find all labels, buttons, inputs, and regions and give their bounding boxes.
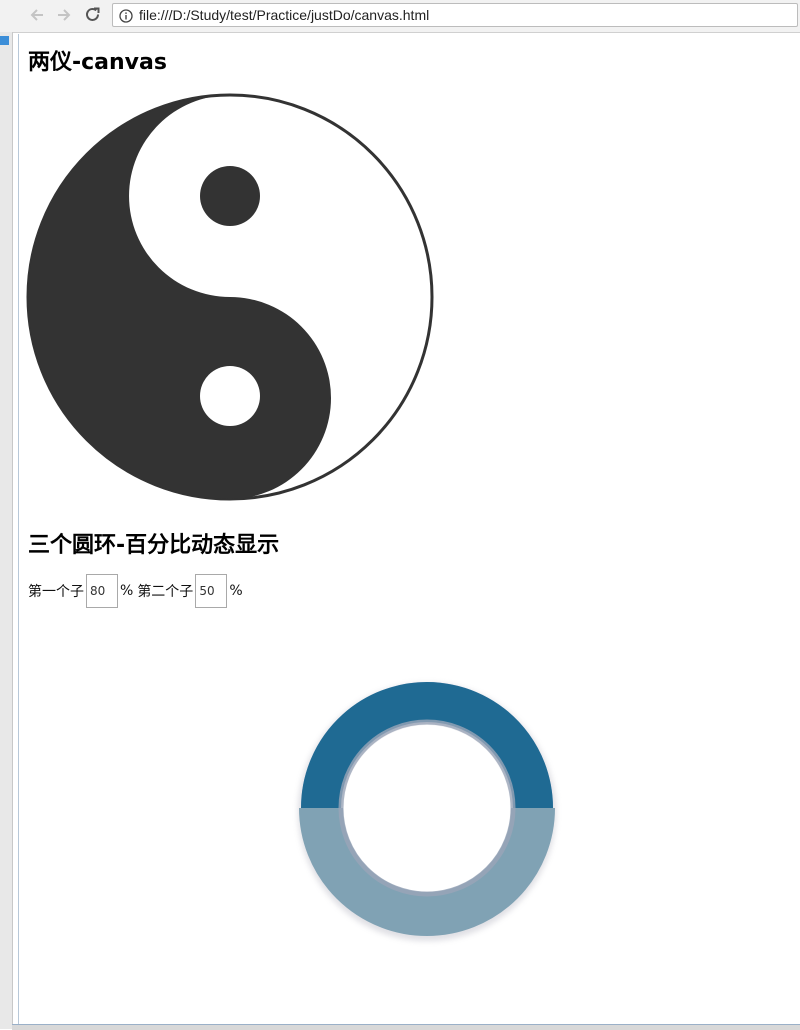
rings-canvas — [298, 682, 556, 941]
section-subtitle: 三个圆环-百分比动态显示 — [28, 533, 280, 558]
page-title: 两仪-canvas — [28, 50, 167, 75]
taiji-dark-eye — [200, 166, 260, 226]
second-percent-sign: % — [229, 583, 243, 599]
browser-toolbar: file:///D:/Study/test/Practice/justDo/ca… — [0, 0, 800, 33]
taiji-light-eye — [200, 366, 260, 426]
percent-controls: 第一个子 % 第二个子 % — [28, 573, 243, 609]
left-window-edge — [0, 32, 13, 1029]
back-arrow-icon[interactable] — [26, 4, 48, 26]
address-url[interactable]: file:///D:/Study/test/Practice/justDo/ca… — [139, 7, 429, 23]
address-bar[interactable]: file:///D:/Study/test/Practice/justDo/ca… — [112, 3, 798, 27]
taiji-canvas — [26, 93, 434, 501]
window-edge-marker — [0, 36, 9, 45]
second-percent-input[interactable] — [195, 574, 228, 608]
first-child-label: 第一个子 — [28, 584, 84, 600]
reload-icon[interactable] — [82, 4, 104, 26]
bottom-window-edge — [12, 1024, 800, 1030]
ring-center — [344, 725, 510, 891]
first-percent-input[interactable] — [86, 574, 118, 608]
second-child-label: 第二个子 — [137, 584, 194, 600]
forward-arrow-icon[interactable] — [53, 4, 75, 26]
info-icon[interactable] — [119, 8, 133, 27]
first-percent-sign: % — [120, 583, 134, 599]
